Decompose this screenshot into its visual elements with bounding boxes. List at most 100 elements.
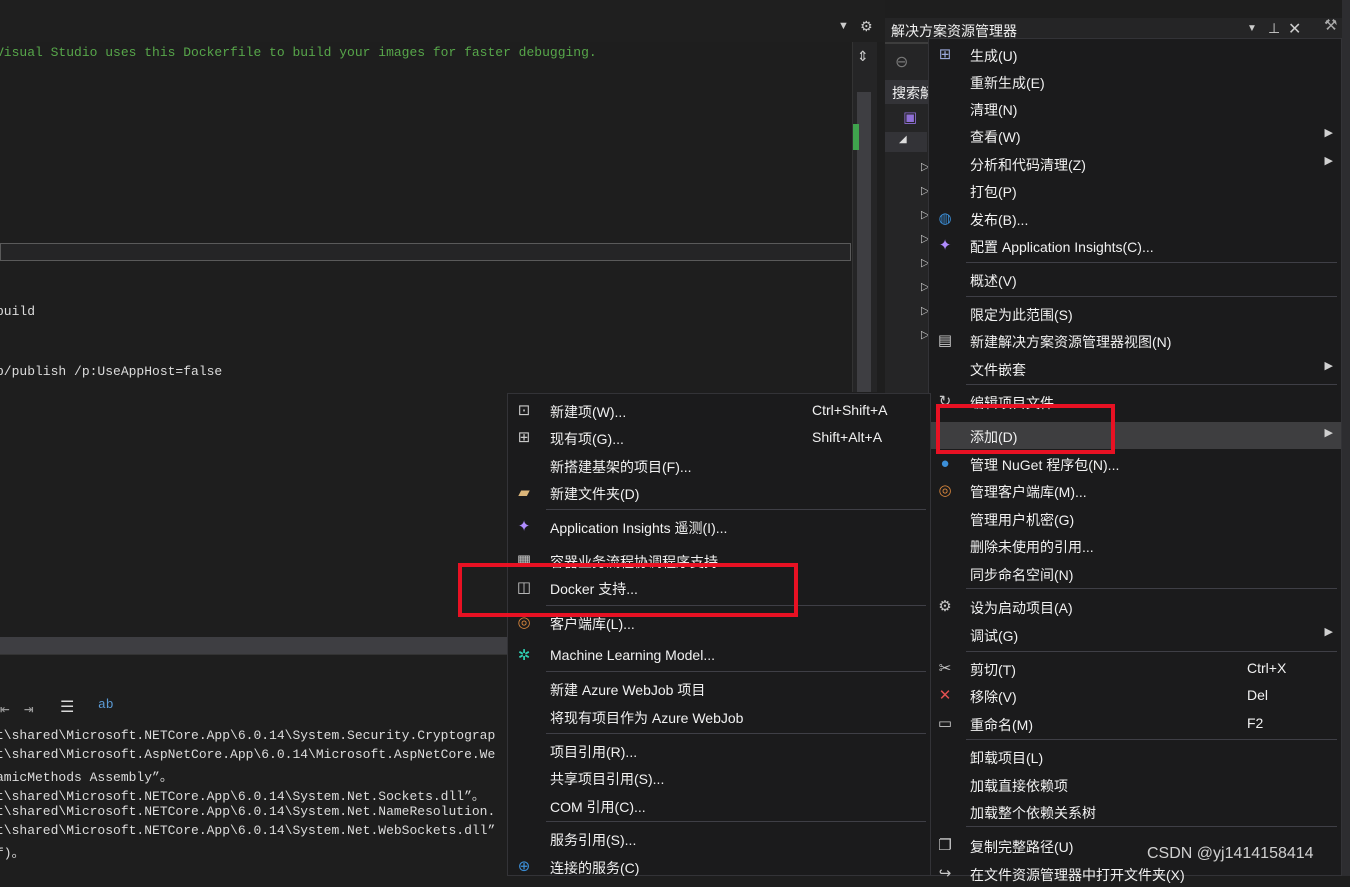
gear-icon[interactable]: ⚙: [860, 18, 873, 35]
new-view-icon: ▤: [937, 332, 953, 349]
menu-item-label: 管理 NuGet 程序包(N)...: [970, 457, 1120, 473]
menu-item-label: 调试(G): [970, 628, 1019, 644]
project-menu-item[interactable]: ↪ 在文件资源管理器中打开文件夹(X): [929, 860, 1341, 887]
add-menu-item[interactable]: ⊞ 现有项(G)... Shift+Alt+A: [508, 424, 930, 451]
add-menu-item[interactable]: 将现有项目作为 Azure WebJob: [508, 703, 930, 730]
output-line: t\shared\Microsoft.AspNetCore.App\6.0.14…: [0, 747, 496, 762]
menu-item-label: 配置 Application Insights(C)...: [970, 239, 1154, 255]
expanded-arrow-icon[interactable]: ◢: [899, 134, 907, 145]
add-menu-item[interactable]: 新搭建基架的项目(F)...: [508, 452, 930, 479]
menu-item-label: 复制完整路径(U): [970, 839, 1074, 855]
menu-item-label: 限定为此范围(S): [970, 307, 1073, 323]
project-menu-item[interactable]: ◎ 管理客户端库(M)...: [929, 477, 1341, 504]
menu-item-label: 共享项目引用(S)...: [550, 771, 665, 787]
tab-strip: ▼ ⚙: [0, 0, 885, 42]
pin-icon[interactable]: ⊥: [1268, 20, 1280, 37]
add-menu-item[interactable]: ✦ Application Insights 遥测(I)...: [508, 513, 930, 540]
gear-icon: ⚙: [938, 598, 952, 615]
add-menu-item[interactable]: 服务引用(S)...: [508, 825, 930, 852]
output-line: t\shared\Microsoft.NETCore.App\6.0.14\Sy…: [0, 804, 496, 819]
project-menu-item[interactable]: ✂ 剪切(T) Ctrl+X: [929, 655, 1341, 682]
dropdown-arrow-icon[interactable]: ▼: [838, 20, 849, 32]
editor-split-bar[interactable]: [0, 243, 851, 261]
add-menu-item[interactable]: ✲ Machine Learning Model...: [508, 642, 930, 669]
submenu-arrow-icon: ▶: [1324, 427, 1333, 439]
project-menu-item[interactable]: 重新生成(E): [929, 68, 1341, 95]
project-menu-item[interactable]: ▭ 重命名(M) F2: [929, 710, 1341, 737]
outdent-icon[interactable]: ⇥: [24, 699, 34, 719]
add-menu-item[interactable]: 项目引用(R)...: [508, 737, 930, 764]
project-menu-item[interactable]: 删除未使用的引用...: [929, 532, 1341, 559]
tools-icon[interactable]: ⚒: [1324, 16, 1337, 34]
project-menu-item[interactable]: ▤ 新建解决方案资源管理器视图(N): [929, 327, 1341, 354]
project-menu-item[interactable]: ⊞ 生成(U): [929, 41, 1341, 68]
clear-all-icon[interactable]: ☰: [60, 697, 74, 717]
project-menu-item[interactable]: ⚙ 设为启动项目(A): [929, 593, 1341, 620]
menu-item-label: 发布(B)...: [970, 212, 1029, 228]
menu-separator: [546, 671, 926, 672]
project-menu-item[interactable]: 打包(P): [929, 177, 1341, 204]
project-menu-item[interactable]: ◍ 发布(B)...: [929, 205, 1341, 232]
add-menu-item[interactable]: ⊡ 新建项(W)... Ctrl+Shift+A: [508, 397, 930, 424]
dropdown-icon[interactable]: ▼: [1247, 23, 1257, 34]
project-menu-item[interactable]: 分析和代码清理(Z) ▶: [929, 150, 1341, 177]
menu-item-label: 文件嵌套: [970, 362, 1026, 378]
word-wrap-icon[interactable]: ab: [98, 697, 114, 712]
new-folder-icon: ▰: [518, 484, 530, 501]
menu-separator: [966, 384, 1337, 385]
output-line: f)。: [0, 846, 25, 861]
project-menu-item[interactable]: 限定为此范围(S): [929, 300, 1341, 327]
submenu-arrow-icon: ▶: [1324, 127, 1333, 139]
back-icon[interactable]: ⊖: [895, 52, 908, 72]
shortcut-label: Ctrl+Shift+A: [812, 402, 888, 418]
scrollbar-thumb[interactable]: [857, 92, 871, 392]
selected-node[interactable]: ◢: [885, 132, 927, 152]
close-icon[interactable]: ✕: [1288, 19, 1301, 39]
add-menu-item[interactable]: COM 引用(C)...: [508, 792, 930, 819]
project-menu-item[interactable]: 查看(W) ▶: [929, 122, 1341, 149]
comment-line: Visual Studio uses this Dockerfile to bu…: [0, 45, 597, 60]
add-menu-item[interactable]: ▰ 新建文件夹(D): [508, 479, 930, 506]
project-menu-item[interactable]: 调试(G) ▶: [929, 621, 1341, 648]
indent-icon[interactable]: ⇤: [0, 699, 10, 719]
project-menu-item[interactable]: ✕ 移除(V) Del: [929, 682, 1341, 709]
project-menu-item[interactable]: 同步命名空间(N): [929, 560, 1341, 587]
menu-item-label: 查看(W): [970, 129, 1021, 145]
menu-item-label: 移除(V): [970, 689, 1017, 705]
menu-item-label: 客户端库(L)...: [550, 616, 635, 632]
new-item-icon: ⊡: [517, 402, 531, 419]
project-menu-item[interactable]: 概述(V): [929, 266, 1341, 293]
menu-item-label: 新建文件夹(D): [550, 486, 640, 502]
menu-item-label: 新建项(W)...: [550, 404, 627, 420]
submenu-arrow-icon: ▶: [1324, 155, 1333, 167]
shortcut-label: Shift+Alt+A: [812, 429, 883, 445]
solution-icon: ▣: [903, 109, 918, 126]
menu-item-label: 生成(U): [970, 48, 1018, 64]
menu-item-label: 将现有项目作为 Azure WebJob: [550, 710, 744, 726]
project-menu-item[interactable]: 加载整个依赖关系树: [929, 798, 1341, 825]
change-marker: [853, 124, 859, 150]
menu-separator: [966, 262, 1337, 263]
project-menu-item[interactable]: ● 管理 NuGet 程序包(N)...: [929, 450, 1341, 477]
output-line: p/publish /p:UseAppHost=false: [0, 364, 223, 379]
project-menu-item[interactable]: 清理(N): [929, 95, 1341, 122]
highlight-box-add: [936, 404, 1115, 454]
project-menu-item[interactable]: 卸载项目(L): [929, 743, 1341, 770]
app-insights-icon: ✦: [517, 518, 531, 535]
project-menu-item[interactable]: ✦ 配置 Application Insights(C)...: [929, 232, 1341, 259]
project-menu-item[interactable]: 管理用户机密(G): [929, 505, 1341, 532]
menu-item-label: 新建解决方案资源管理器视图(N): [970, 334, 1172, 350]
add-menu-item[interactable]: 共享项目引用(S)...: [508, 764, 930, 791]
split-icon[interactable]: ⇕: [857, 48, 869, 65]
ml-gear-icon: ✲: [517, 647, 531, 664]
submenu-arrow-icon: ▶: [1324, 626, 1333, 638]
project-menu-item[interactable]: 加载直接依赖项: [929, 771, 1341, 798]
dockerfile-editor[interactable]: Visual Studio uses this Dockerfile to bu…: [0, 42, 852, 242]
shortcut-label: Del: [1247, 687, 1269, 703]
menu-item-label: 现有项(G)...: [550, 431, 624, 447]
existing-item-icon: ⊞: [517, 429, 531, 446]
publish-globe-icon: ◍: [938, 210, 952, 227]
menu-item-label: Application Insights 遥测(I)...: [550, 520, 728, 536]
add-menu-item[interactable]: 新建 Azure WebJob 项目: [508, 675, 930, 702]
project-menu-item[interactable]: 文件嵌套 ▶: [929, 355, 1341, 382]
